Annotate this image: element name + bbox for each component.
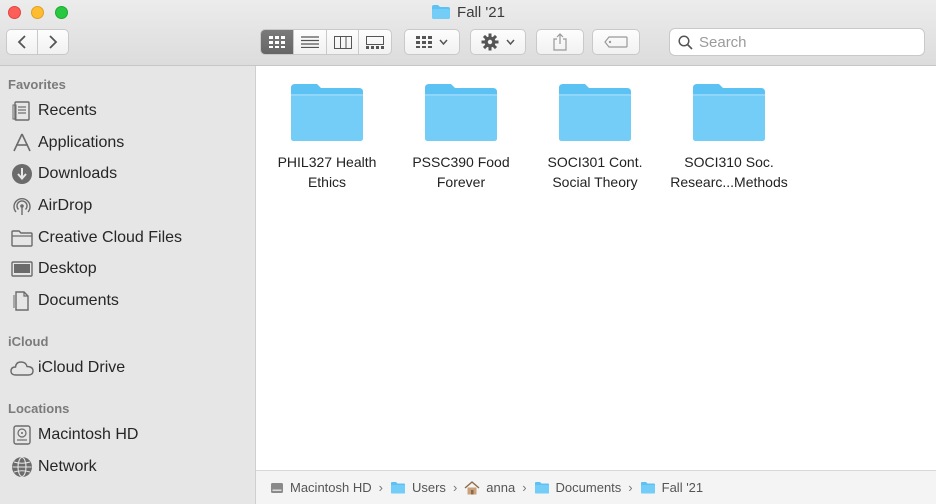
sidebar-item-label: Desktop bbox=[38, 260, 97, 277]
icon-view-button[interactable] bbox=[261, 30, 294, 54]
sidebar-item-label: Macintosh HD bbox=[38, 426, 139, 443]
sidebar-item-label: iCloud Drive bbox=[38, 359, 126, 376]
download-icon bbox=[8, 160, 36, 188]
action-menu-button[interactable] bbox=[470, 29, 526, 55]
harddrive-icon bbox=[270, 481, 284, 495]
finder-window: Fall '21 Search Favorites Recents Applic… bbox=[0, 0, 936, 504]
sidebar-item-label: Recents bbox=[38, 102, 97, 119]
sidebar-item-creative-cloud-files[interactable]: Creative Cloud Files bbox=[8, 224, 248, 252]
window-title: Fall '21 bbox=[0, 3, 936, 23]
folder-icon bbox=[559, 84, 631, 141]
sidebar-item-desktop[interactable]: Desktop bbox=[8, 255, 248, 283]
sidebar-item-network[interactable]: Network bbox=[8, 453, 248, 481]
path-crumb-fall-21[interactable]: Fall '21 bbox=[640, 480, 703, 495]
path-bar: Macintosh HD › Users › anna › Documents … bbox=[256, 470, 936, 504]
list-icon bbox=[301, 36, 320, 48]
path-crumb-documents[interactable]: Documents bbox=[534, 480, 621, 495]
group-by-button[interactable] bbox=[404, 29, 460, 55]
airdrop-icon bbox=[8, 192, 36, 220]
forward-button[interactable] bbox=[37, 30, 68, 54]
folder-label: SOCI310 Soc. Researc...Methods bbox=[670, 154, 788, 190]
back-button[interactable] bbox=[7, 30, 37, 54]
harddrive-icon bbox=[8, 421, 36, 449]
folder-icon bbox=[425, 84, 497, 141]
folder-icon bbox=[640, 481, 656, 494]
column-view-button[interactable] bbox=[325, 30, 359, 54]
folder-label: SOCI301 Cont. Social Theory bbox=[547, 154, 643, 190]
view-mode-segmented-control bbox=[260, 29, 392, 55]
chevron-down-icon bbox=[439, 39, 448, 45]
sidebar-item-label: Network bbox=[38, 458, 97, 475]
sidebar-item-label: Downloads bbox=[38, 165, 118, 182]
section-title-locations: Locations bbox=[8, 401, 70, 416]
folder-label: PSSC390 Food Forever bbox=[412, 154, 510, 190]
sidebar-item-macintosh-hd[interactable]: Macintosh HD bbox=[8, 421, 248, 449]
folder-icon bbox=[693, 84, 765, 141]
tag-icon bbox=[604, 36, 628, 48]
chevron-right-icon: › bbox=[378, 480, 383, 495]
clock-icon bbox=[8, 97, 36, 125]
sidebar-item-airdrop[interactable]: AirDrop bbox=[8, 192, 248, 220]
section-title-icloud: iCloud bbox=[8, 334, 49, 349]
gear-icon bbox=[481, 33, 499, 51]
chevron-right-icon: › bbox=[628, 480, 633, 495]
sidebar: Favorites Recents Applications Downloads… bbox=[0, 66, 256, 504]
network-icon bbox=[8, 453, 36, 481]
search-field[interactable]: Search bbox=[669, 28, 925, 56]
chevron-left-icon bbox=[17, 35, 26, 49]
gallery-view-button[interactable] bbox=[358, 30, 391, 54]
chevron-down-icon bbox=[506, 39, 515, 45]
path-crumb-users[interactable]: Users bbox=[390, 480, 446, 495]
toolbar: Fall '21 Search bbox=[0, 0, 936, 66]
window-title-text: Fall '21 bbox=[457, 4, 505, 21]
chevron-right-icon: › bbox=[522, 480, 527, 495]
sidebar-item-applications[interactable]: Applications bbox=[8, 129, 248, 157]
folder-item[interactable]: SOCI301 Cont. Social Theory bbox=[528, 82, 662, 192]
folder-item[interactable]: PSSC390 Food Forever bbox=[394, 82, 528, 192]
desktop-icon bbox=[8, 255, 36, 283]
sidebar-item-label: Documents bbox=[38, 292, 119, 309]
search-icon bbox=[678, 34, 693, 50]
sidebar-item-downloads[interactable]: Downloads bbox=[8, 160, 248, 188]
share-button[interactable] bbox=[536, 29, 584, 55]
folder-icon bbox=[390, 481, 406, 494]
sidebar-item-label: Applications bbox=[38, 134, 125, 151]
folder-icon bbox=[291, 84, 363, 141]
folder-icon bbox=[8, 224, 36, 252]
document-icon bbox=[8, 287, 36, 315]
list-view-button[interactable] bbox=[293, 30, 326, 54]
path-crumb-macintosh-hd[interactable]: Macintosh HD bbox=[270, 480, 372, 495]
folder-icon bbox=[431, 4, 451, 26]
applications-icon bbox=[8, 129, 36, 157]
cloud-icon bbox=[8, 354, 36, 382]
folder-item[interactable]: SOCI310 Soc. Researc...Methods bbox=[662, 82, 796, 192]
grid-icon bbox=[269, 36, 286, 48]
navigation-buttons bbox=[6, 29, 69, 55]
chevron-right-icon bbox=[49, 35, 58, 49]
sidebar-item-label: Creative Cloud Files bbox=[38, 229, 183, 246]
sidebar-item-label: AirDrop bbox=[38, 197, 93, 214]
search-placeholder: Search bbox=[699, 33, 747, 51]
section-title-favorites: Favorites bbox=[8, 77, 66, 92]
file-icon-view: PHIL327 Health Ethics PSSC390 Food Forever… bbox=[256, 66, 936, 470]
share-icon bbox=[553, 33, 567, 51]
grid-icon bbox=[416, 36, 432, 48]
sidebar-item-documents[interactable]: Documents bbox=[8, 287, 248, 315]
path-crumb-home[interactable]: anna bbox=[464, 480, 515, 495]
sidebar-item-icloud-drive[interactable]: iCloud Drive bbox=[8, 354, 248, 382]
columns-icon bbox=[333, 35, 352, 49]
folder-label: PHIL327 Health Ethics bbox=[277, 154, 377, 190]
tag-button[interactable] bbox=[592, 29, 640, 55]
folder-item[interactable]: PHIL327 Health Ethics bbox=[260, 82, 394, 192]
home-icon bbox=[464, 480, 480, 495]
folder-icon bbox=[534, 481, 550, 494]
gallery-icon bbox=[366, 35, 385, 49]
chevron-right-icon: › bbox=[452, 480, 458, 495]
sidebar-item-recents[interactable]: Recents bbox=[8, 97, 248, 125]
